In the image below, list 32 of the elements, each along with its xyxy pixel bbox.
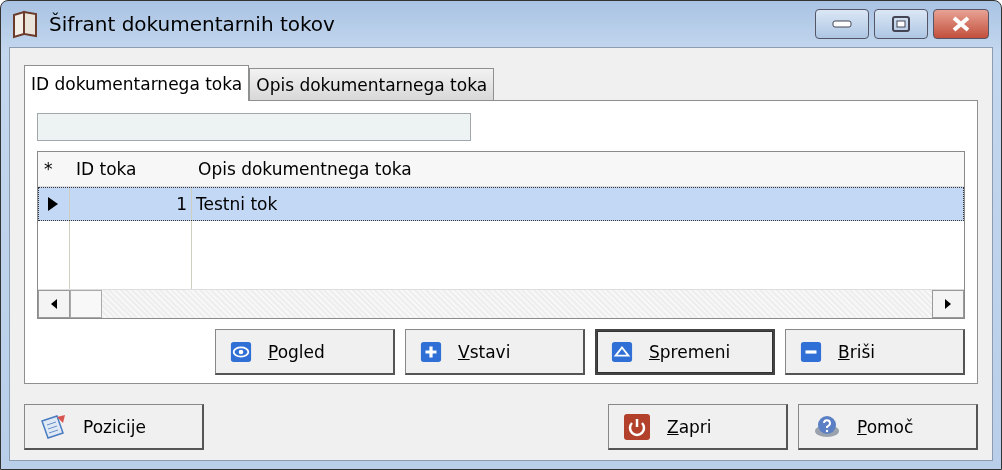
minimize-button[interactable] [815,9,869,39]
eye-icon [230,340,252,363]
view-button[interactable]: Pogled [215,329,395,375]
maximize-button[interactable] [874,9,928,39]
column-header[interactable]: * [38,159,70,179]
table-cell: 1 [70,187,192,221]
plus-icon [420,340,442,363]
left-arrow-icon[interactable] [50,298,58,310]
scroll-thumb[interactable] [70,290,102,318]
delete-button[interactable]: Briši [785,329,965,375]
tab[interactable]: Opis dokumentarnega toka [249,68,495,100]
search-field[interactable] [37,113,471,141]
edit-button[interactable]: Spremeni [595,329,775,375]
tab[interactable]: ID dokumentarnega toka [24,65,250,101]
close-button[interactable] [933,9,989,39]
row-pointer-icon [46,196,60,212]
positions-button[interactable]: Pozicije [24,404,204,450]
table-cell-text: Testni tok [195,193,279,216]
notepad-icon [39,412,67,441]
right-arrow-icon[interactable] [944,298,952,310]
help-button[interactable]: Pomoč [798,404,978,450]
minimize-icon [832,20,852,28]
close-button[interactable]: Zapri [608,404,788,450]
minus-icon [800,340,822,363]
add-button[interactable]: Vstavi [405,329,585,375]
table-row[interactable]: 1 Testni tok [38,187,964,221]
column-header[interactable]: Opis dokumentnega toka [192,159,964,179]
column-header[interactable]: ID toka [70,159,192,179]
window-title: Šifrant dokumentarnih tokov [49,12,336,36]
close-icon [950,15,972,33]
power-icon [623,412,651,441]
maximize-icon [892,16,910,32]
